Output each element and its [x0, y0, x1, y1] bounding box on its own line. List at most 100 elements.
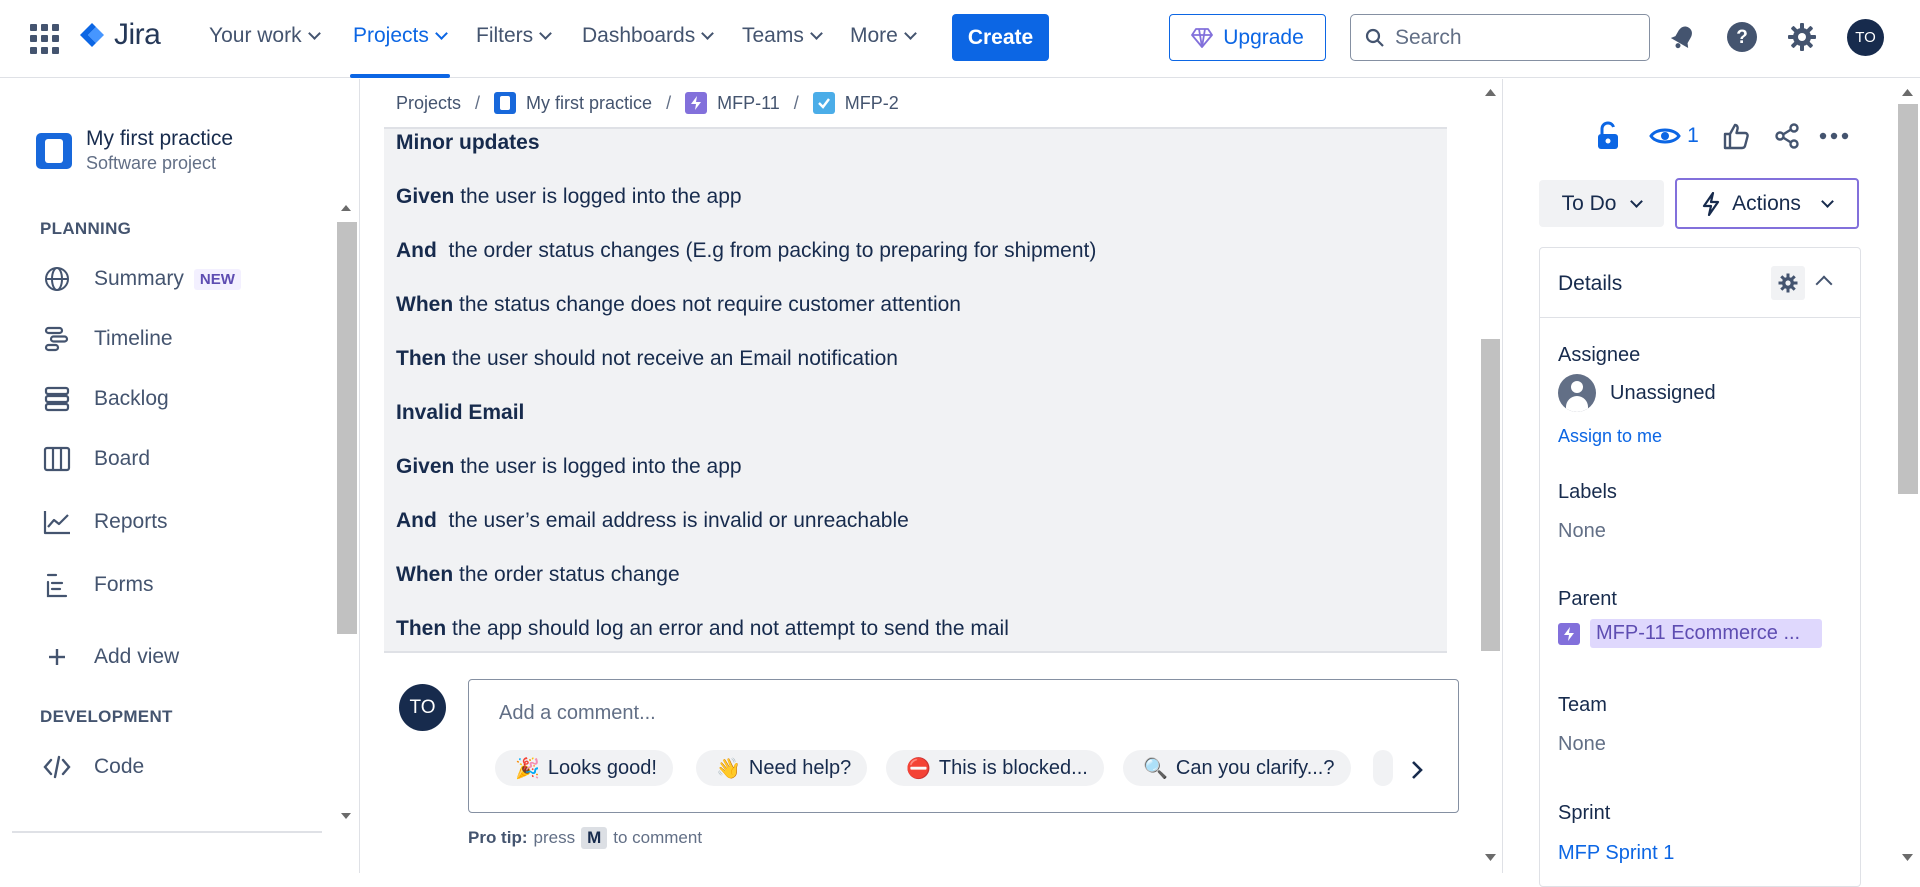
sidebar-item-code[interactable]: Code [42, 752, 144, 782]
sprint-value[interactable]: MFP Sprint 1 [1558, 842, 1674, 865]
actions-dropdown[interactable]: Actions [1675, 178, 1859, 229]
description-line: And the order status changes (E.g from p… [396, 239, 1097, 262]
details-header[interactable]: Details [1540, 248, 1860, 318]
chip-label: Looks good! [547, 756, 657, 779]
breadcrumb-project[interactable]: My first practice [526, 93, 652, 114]
settings-gear-icon[interactable] [1785, 20, 1819, 54]
nav-projects-label: Projects [353, 24, 429, 47]
plus-icon [49, 649, 65, 665]
add-view-button[interactable]: Add view [42, 642, 179, 672]
active-nav-indicator [350, 74, 450, 78]
nav-your-work[interactable]: Your work [209, 24, 321, 48]
breadcrumb-projects[interactable]: Projects [396, 93, 461, 114]
breadcrumb-issue[interactable]: MFP-2 [845, 93, 899, 114]
pro-tip-text: to comment [613, 828, 703, 847]
parent-field[interactable]: MFP-11 Ecommerce ... [1558, 619, 1822, 648]
nav-projects[interactable]: Projects [353, 24, 448, 48]
nav-dashboards[interactable]: Dashboards [582, 24, 715, 48]
parent-value[interactable]: MFP-11 Ecommerce ... [1590, 619, 1822, 648]
upgrade-button[interactable]: Upgrade [1169, 14, 1326, 61]
assignee-field[interactable]: Unassigned [1558, 374, 1716, 412]
quick-reply-blocked[interactable]: ⛔ This is blocked... [886, 750, 1104, 786]
nav-teams-label: Teams [742, 24, 804, 47]
forms-icon [46, 573, 68, 598]
scroll-down-arrow-icon[interactable] [340, 812, 352, 820]
breadcrumb-epic[interactable]: MFP-11 [717, 93, 780, 114]
lock-icon[interactable] [1591, 119, 1625, 153]
share-icon[interactable] [1770, 119, 1804, 153]
project-avatar-icon [494, 92, 517, 114]
quick-reply-looks-good[interactable]: 🎉 Looks good! [495, 750, 673, 786]
eye-icon [1649, 128, 1681, 144]
description-line: Then the app should log an error and not… [396, 617, 1009, 640]
no-entry-icon: ⛔ [906, 757, 931, 780]
sidebar-item-board[interactable]: Board [42, 444, 150, 474]
jira-logo[interactable]: Jira [76, 18, 161, 52]
quick-reply-more[interactable] [1373, 750, 1393, 786]
configure-gear-icon[interactable] [1771, 266, 1805, 300]
sidebar-item-label: Board [94, 447, 151, 470]
scroll-up-arrow-icon[interactable] [1484, 88, 1497, 97]
description-line: Given the user is logged into the app [396, 455, 742, 478]
issue-details-panel: 1 To Do Actions Details Assignee Unassig… [1502, 79, 1920, 887]
thumbs-up-icon[interactable] [1719, 119, 1753, 153]
nav-filters-label: Filters [476, 24, 534, 47]
nav-filters[interactable]: Filters [476, 24, 553, 48]
team-label: Team [1558, 694, 1607, 716]
scroll-up-arrow-icon[interactable] [340, 204, 352, 212]
quick-reply-need-help[interactable]: 👋 Need help? [696, 750, 868, 786]
chart-line-icon [43, 511, 70, 535]
sidebar-item-timeline[interactable]: Timeline [42, 324, 173, 354]
comment-input[interactable]: Add a comment... 🎉 Looks good! 👋 Need help… [468, 679, 1459, 813]
sidebar-item-backlog[interactable]: Backlog [42, 384, 169, 414]
chevron-down-icon [1630, 194, 1644, 208]
description-line: Minor updates [396, 131, 540, 154]
status-dropdown[interactable]: To Do [1539, 180, 1664, 227]
breadcrumb-separator: / [793, 92, 799, 113]
project-header[interactable]: My first practice Software project [36, 127, 233, 174]
diamond-icon [1191, 27, 1214, 48]
notifications-icon[interactable] [1666, 20, 1700, 54]
sidebar-item-label: Summary [94, 267, 184, 290]
description-line: And the user’s email address is invalid … [396, 509, 909, 532]
search-placeholder: Search [1395, 25, 1462, 49]
scroll-up-arrow-icon[interactable] [1901, 88, 1914, 97]
more-options-icon[interactable] [1817, 119, 1851, 153]
description-content[interactable]: Minor updates Given the user is logged i… [384, 127, 1447, 653]
app-switcher-icon[interactable] [30, 24, 60, 54]
sidebar-scrollbar[interactable] [337, 222, 357, 634]
assign-to-me-link[interactable]: Assign to me [1558, 426, 1662, 447]
chevron-up-icon[interactable] [1815, 275, 1833, 293]
description-line: Given the user is logged into the app [396, 185, 742, 208]
chevron-right-icon[interactable] [1409, 758, 1425, 782]
project-type: Software project [86, 153, 217, 173]
labels-value[interactable]: None [1558, 520, 1606, 543]
sidebar-item-forms[interactable]: Forms [42, 570, 154, 600]
help-icon[interactable]: ? [1725, 20, 1759, 54]
create-button[interactable]: Create [952, 14, 1049, 61]
task-checkbox-icon [812, 92, 835, 114]
watch-button[interactable]: 1 [1644, 119, 1704, 153]
quick-reply-clarify[interactable]: 🔍 Can you clarify...? [1123, 750, 1351, 786]
search-input[interactable]: Search [1350, 14, 1650, 61]
details-title: Details [1558, 272, 1623, 295]
nav-teams[interactable]: Teams [742, 24, 823, 48]
assignee-label: Assignee [1558, 344, 1641, 366]
code-icon [43, 755, 71, 779]
team-value[interactable]: None [1558, 733, 1606, 756]
project-name: My first practice [86, 127, 234, 150]
chevron-down-icon [701, 27, 715, 40]
sidebar-item-reports[interactable]: Reports [42, 507, 168, 537]
scroll-down-arrow-icon[interactable] [1484, 853, 1497, 862]
right-panel-scrollbar[interactable] [1898, 104, 1918, 494]
nav-your-work-label: Your work [209, 24, 302, 47]
main-scrollbar[interactable] [1481, 339, 1500, 651]
sidebar-item-summary[interactable]: Summary NEW [42, 264, 241, 294]
user-avatar[interactable]: TO [1847, 19, 1884, 56]
project-sidebar: My first practice Software project PLANN… [0, 79, 360, 873]
nav-more[interactable]: More [850, 24, 917, 48]
pro-tip-label: Pro tip: [468, 828, 528, 847]
project-avatar-icon [36, 132, 72, 169]
sidebar-item-label: Reports [94, 510, 168, 533]
scroll-down-arrow-icon[interactable] [1901, 853, 1914, 862]
